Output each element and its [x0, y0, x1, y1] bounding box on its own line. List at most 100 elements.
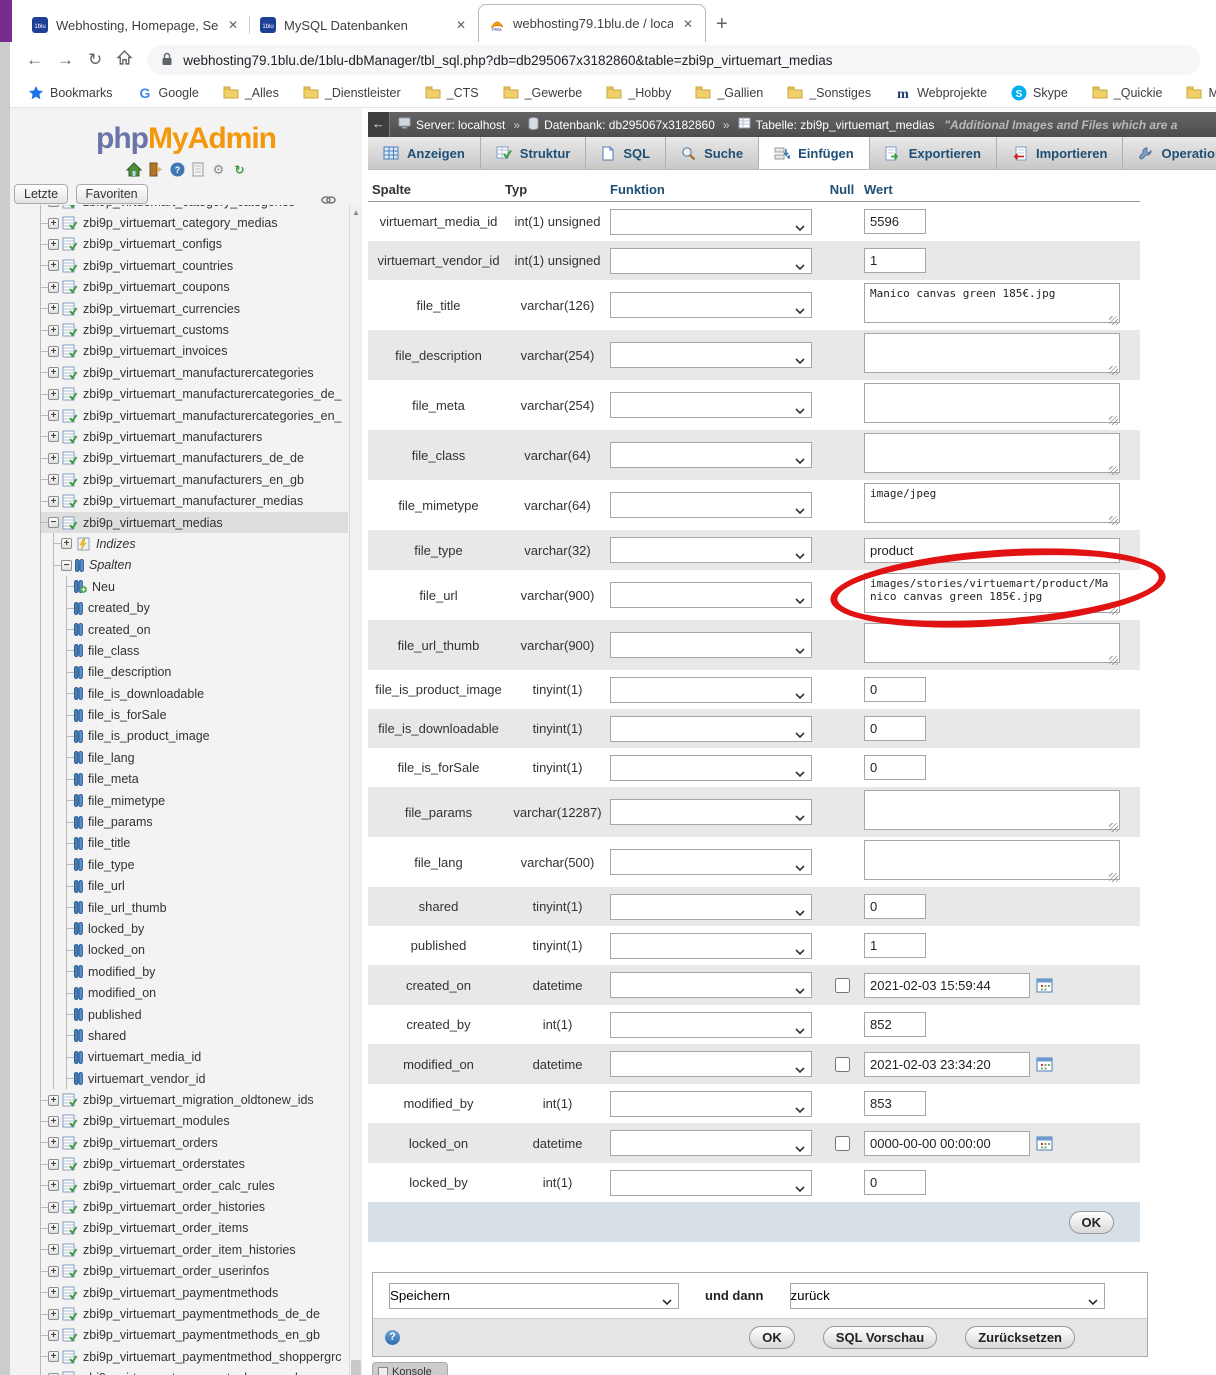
bookmark-item[interactable]: _Gallien — [695, 85, 763, 101]
function-select-input[interactable] — [611, 393, 811, 417]
sidebar-item-new-column[interactable]: Neu — [67, 576, 348, 597]
sidebar-item-spalten[interactable]: −Spalten — [54, 555, 348, 576]
expand-icon[interactable]: + — [48, 303, 59, 314]
value-input[interactable] — [864, 538, 1120, 563]
breadcrumb-table[interactable]: Tabelle: zbi9p_virtuemart_medias — [738, 117, 935, 132]
function-select[interactable] — [610, 716, 812, 742]
sidebar-item-column[interactable]: locked_on — [67, 940, 348, 961]
sidebar-item-table[interactable]: +zbi9p_virtuemart_manufacturers — [41, 426, 348, 447]
ok-button[interactable]: OK — [1069, 1211, 1115, 1234]
bookmark-item[interactable]: _Alles — [223, 85, 279, 101]
bookmark-item[interactable]: GGoogle — [137, 85, 199, 101]
function-select[interactable] — [610, 492, 812, 518]
value-textarea[interactable] — [864, 623, 1120, 663]
expand-icon[interactable]: + — [48, 325, 59, 336]
value-input[interactable] — [864, 1091, 926, 1116]
function-select[interactable] — [610, 582, 812, 608]
calendar-icon[interactable] — [1036, 977, 1053, 993]
close-tab-icon[interactable]: ✕ — [226, 18, 240, 32]
save-action-select[interactable]: Speichern — [389, 1283, 679, 1309]
expand-icon[interactable]: + — [48, 496, 59, 507]
resize-grip-icon[interactable] — [1109, 606, 1118, 615]
url-field[interactable]: webhosting79.1blu.de/1blu-dbManager/tbl_… — [147, 45, 1200, 75]
function-select[interactable] — [610, 972, 812, 998]
reset-button[interactable]: Zurücksetzen — [965, 1326, 1075, 1349]
sidebar-item-table[interactable]: +zbi9p_virtuemart_currencies — [41, 298, 348, 319]
sidebar-item-table[interactable]: +zbi9p_virtuemart_coupons — [41, 277, 348, 298]
sidebar-item-column[interactable]: published — [67, 1004, 348, 1025]
value-textarea[interactable] — [864, 483, 1120, 523]
sidebar-item-table[interactable]: +zbi9p_virtuemart_order_item_histories — [41, 1239, 348, 1260]
expand-icon[interactable]: + — [48, 205, 59, 207]
value-input[interactable] — [864, 248, 926, 273]
sidebar-item-table[interactable]: +zbi9p_virtuemart_order_userinfos — [41, 1261, 348, 1282]
sidebar-item-column[interactable]: modified_by — [67, 961, 348, 982]
breadcrumb-database[interactable]: Datenbank: db295067x3182860 — [528, 117, 715, 133]
sidebar-item-table[interactable]: +zbi9p_virtuemart_order_items — [41, 1218, 348, 1239]
tab-struktur[interactable]: Struktur — [481, 137, 587, 169]
sidebar-item-column[interactable]: file_meta — [67, 769, 348, 790]
function-select-input[interactable] — [611, 850, 811, 874]
sidebar-item-column[interactable]: file_lang — [67, 747, 348, 768]
breadcrumb-back-button[interactable]: ← — [368, 112, 390, 137]
function-select[interactable] — [610, 632, 812, 658]
tab-importieren[interactable]: Importieren — [997, 137, 1124, 169]
sidebar-item-column[interactable]: file_description — [67, 662, 348, 683]
sidebar-item-column[interactable]: created_by — [67, 597, 348, 618]
bookmark-item[interactable]: _Quickie — [1092, 85, 1163, 101]
sidebar-item-column[interactable]: virtuemart_vendor_id — [67, 1068, 348, 1089]
expand-icon[interactable]: + — [48, 1095, 59, 1106]
close-tab-icon[interactable]: ✕ — [681, 17, 695, 31]
sidebar-item-table[interactable]: +zbi9p_virtuemart_paymentmethods_en_gb — [41, 1325, 348, 1346]
sidebar-item-table[interactable]: +zbi9p_virtuemart_paymentmethods — [41, 1282, 348, 1303]
bookmark-item[interactable]: _Hobby — [606, 85, 671, 101]
value-input[interactable] — [864, 677, 926, 702]
help-icon[interactable]: ? — [170, 162, 185, 177]
sidebar-item-column[interactable]: shared — [67, 1025, 348, 1046]
reload-icon[interactable]: ↻ — [232, 162, 247, 177]
null-checkbox[interactable] — [835, 978, 850, 993]
sidebar-item-column[interactable]: file_url — [67, 876, 348, 897]
function-select-input[interactable] — [611, 1013, 811, 1037]
bookmark-item[interactable]: _Sonstiges — [787, 85, 871, 101]
browser-tab[interactable]: 1bluMySQL Datenbanken✕ — [250, 8, 478, 42]
function-select-input[interactable] — [611, 210, 811, 234]
close-tab-icon[interactable]: ✕ — [454, 18, 468, 32]
expand-icon[interactable]: + — [48, 1180, 59, 1191]
function-select-input[interactable] — [611, 443, 811, 467]
function-select-input[interactable] — [611, 293, 811, 317]
expand-icon[interactable]: + — [48, 389, 59, 400]
function-select[interactable] — [610, 342, 812, 368]
null-checkbox[interactable] — [835, 1136, 850, 1151]
function-select-input[interactable] — [611, 493, 811, 517]
function-select[interactable] — [610, 292, 812, 318]
value-input[interactable] — [864, 1131, 1030, 1156]
sidebar-item-table[interactable]: +zbi9p_virtuemart_orderstates — [41, 1154, 348, 1175]
value-input[interactable] — [864, 973, 1030, 998]
resize-grip-icon[interactable] — [1109, 873, 1118, 882]
tab-suche[interactable]: Suche — [666, 137, 759, 169]
expand-icon[interactable]: + — [48, 1309, 59, 1320]
bookmark-item[interactable]: _Gewerbe — [503, 85, 583, 101]
expand-icon[interactable]: + — [48, 1351, 59, 1362]
sidebar-item-table[interactable]: +zbi9p_virtuemart_order_histories — [41, 1196, 348, 1217]
function-select[interactable] — [610, 209, 812, 235]
resize-grip-icon[interactable] — [1109, 466, 1118, 475]
sidebar-item-table[interactable]: +zbi9p_virtuemart_migration_oldtonew_ids — [41, 1089, 348, 1110]
function-select[interactable] — [610, 1130, 812, 1156]
calendar-icon[interactable] — [1036, 1135, 1053, 1151]
expand-icon[interactable]: + — [48, 218, 59, 229]
resize-grip-icon[interactable] — [1109, 316, 1118, 325]
value-input[interactable] — [864, 755, 926, 780]
recent-tables-button[interactable]: Letzte — [14, 184, 68, 204]
sidebar-item-table[interactable]: +zbi9p_virtuemart_manufacturercategories — [41, 362, 348, 383]
ok-submit-button[interactable]: OK — [749, 1326, 795, 1349]
value-input[interactable] — [864, 716, 926, 741]
reload-icon[interactable]: ↻ — [88, 50, 102, 70]
function-select[interactable] — [610, 755, 812, 781]
tab-einfügen[interactable]: Einfügen — [759, 137, 870, 169]
sidebar-item-column[interactable]: file_is_downloadable — [67, 683, 348, 704]
value-input[interactable] — [864, 1012, 926, 1037]
expand-icon[interactable]: + — [48, 1223, 59, 1234]
logout-icon[interactable] — [148, 162, 164, 177]
